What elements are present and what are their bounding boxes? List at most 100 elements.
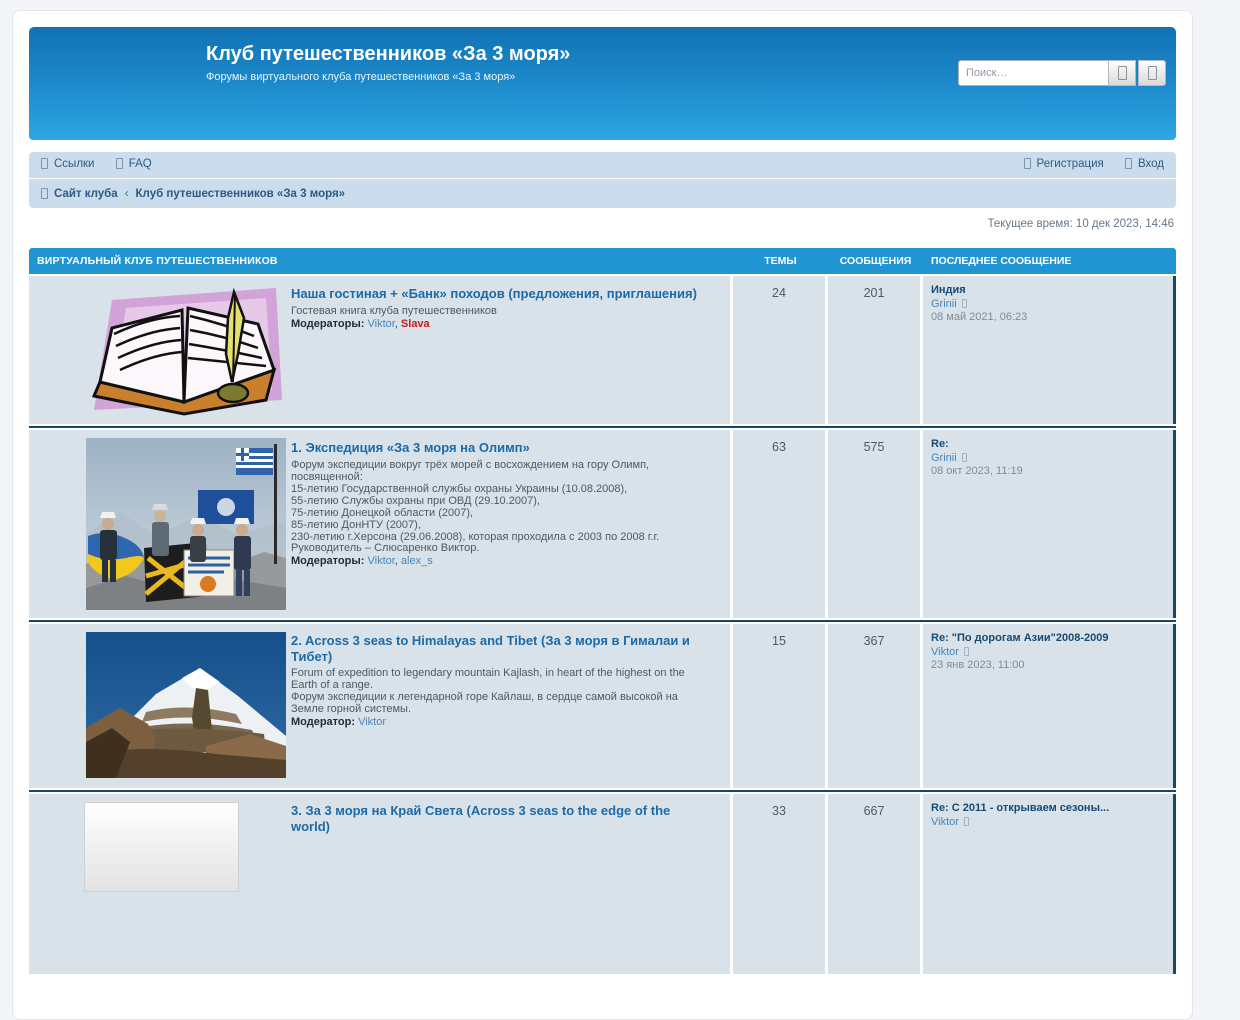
forum-row: 2. Across 3 seas to Himalayas and Tibet …	[29, 624, 1176, 788]
row-separator	[29, 788, 1176, 794]
last-post-cell: Re: "По дорогам Азии"2008-2009 Viktor 23…	[920, 624, 1173, 788]
site-titles: Клуб путешественников «За 3 моря» Форумы…	[206, 43, 570, 83]
forum-description-line: 55-летию Службы охраны при ОВД (29.10.20…	[291, 495, 712, 507]
posts-count: 575	[825, 430, 920, 618]
faq-icon	[116, 158, 123, 169]
last-post-author-link[interactable]: Grinii	[931, 452, 957, 464]
goto-last-post-icon[interactable]	[962, 453, 967, 462]
forum-description-line: Forum of expedition to legendary mountai…	[291, 667, 712, 691]
breadcrumb-separator: ‹	[125, 188, 129, 200]
last-post-author-link[interactable]: Viktor	[931, 646, 959, 658]
moderators-label: Модераторы:	[291, 318, 364, 330]
row-separator	[29, 618, 1176, 624]
forum-title-link[interactable]: 2. Across 3 seas to Himalayas and Tibet …	[291, 633, 712, 664]
last-post-cell: Индия Grinii 08 май 2021, 06:23	[920, 276, 1173, 424]
advanced-search-button[interactable]	[1138, 60, 1166, 86]
nav-faq-link[interactable]: FAQ	[116, 158, 152, 170]
forum-row: 3. За 3 моря на Край Света (Across 3 sea…	[29, 794, 1176, 974]
page-background: { "header": { "title": "Клуб путешествен…	[0, 10, 1240, 810]
nav-faq-label: FAQ	[129, 158, 152, 170]
forum-moderators: Модераторы: Viktor, alex_s	[291, 555, 712, 568]
last-post-date: 08 окт 2023, 11:19	[931, 465, 1167, 479]
moderators-label: Модератор:	[291, 716, 355, 728]
forum-moderators: Модератор: Viktor	[291, 716, 712, 729]
breadcrumb-site-label: Сайт клуба	[54, 188, 118, 200]
forum-title-link[interactable]: 1. Экспедиция «За 3 моря на Олимп»	[291, 440, 530, 456]
topics-count: 24	[730, 276, 825, 424]
forum-title-link[interactable]: 3. За 3 моря на Край Света (Across 3 sea…	[291, 803, 712, 834]
forum-moderators: Модераторы: Viktor, Slava	[291, 318, 712, 331]
forum-page-card: Клуб путешественников «За 3 моря» Форумы…	[12, 10, 1193, 1020]
forum-info: Наша гостиная + «Банк» походов (предложе…	[291, 284, 722, 416]
forum-thumbnail	[37, 802, 291, 966]
moderator-link[interactable]: Slava	[401, 318, 430, 330]
breadcrumb-site-link[interactable]: Сайт клуба	[41, 188, 118, 200]
forum-table-header: ВИРТУАЛЬНЫЙ КЛУБ ПУТЕШЕСТВЕННИКОВ ТЕМЫ С…	[29, 248, 1176, 274]
forum-title-link[interactable]: Наша гостиная + «Банк» походов (предложе…	[291, 286, 697, 302]
last-post-subject-link[interactable]: Индия	[931, 284, 1167, 297]
moderator-link[interactable]: Viktor	[367, 555, 394, 567]
forum-cell: Наша гостиная + «Банк» походов (предложе…	[29, 276, 730, 424]
forum-description: Форум экспедиции вокруг трёх морей с вос…	[291, 459, 712, 555]
site-title: Клуб путешественников «За 3 моря»	[206, 43, 570, 66]
posts-count: 367	[825, 624, 920, 788]
topics-count: 33	[730, 794, 825, 974]
last-post-cell: Re: Grinii 08 окт 2023, 11:19	[920, 430, 1173, 618]
nav-register-label: Регистрация	[1037, 158, 1104, 170]
forum-description-line: 75-летию Донецкой области (2007),	[291, 507, 712, 519]
last-post-subject-link[interactable]: Re: С 2011 - открываем сезоны...	[931, 802, 1167, 815]
forum-thumbnail	[37, 438, 291, 610]
forum-description-line: Форум экспедиции вокруг трёх морей с вос…	[291, 459, 712, 483]
forum-row: 1. Экспедиция «За 3 моря на Олимп» Форум…	[29, 430, 1176, 618]
links-icon	[41, 158, 48, 169]
column-header-category: ВИРТУАЛЬНЫЙ КЛУБ ПУТЕШЕСТВЕННИКОВ	[29, 255, 733, 267]
nav-login-link[interactable]: Вход	[1125, 158, 1164, 170]
forum-table: ВИРТУАЛЬНЫЙ КЛУБ ПУТЕШЕСТВЕННИКОВ ТЕМЫ С…	[29, 248, 1176, 974]
forum-cell: 3. За 3 моря на Край Света (Across 3 sea…	[29, 794, 730, 974]
goto-last-post-icon[interactable]	[964, 817, 969, 826]
posts-count: 201	[825, 276, 920, 424]
advanced-search-icon	[1148, 66, 1157, 80]
nav-links-label: Ссылки	[54, 158, 95, 170]
moderator-link[interactable]: alex_s	[401, 555, 433, 567]
moderator-link[interactable]: Viktor	[358, 716, 386, 728]
forum-description-line: 85-летию ДонНТУ (2007),	[291, 519, 712, 531]
last-post-author-link[interactable]: Grinii	[931, 298, 957, 310]
last-post-author-line: Grinii	[931, 298, 1167, 312]
forum-description-line: 15-летию Государственной службы охраны У…	[291, 483, 712, 495]
nav-login-label: Вход	[1138, 158, 1164, 170]
last-post-date: 23 янв 2023, 11:00	[931, 659, 1167, 673]
last-post-author-line: Viktor	[931, 646, 1167, 660]
navbar-left: Ссылки FAQ	[41, 158, 170, 173]
last-post-author-line: Viktor	[931, 816, 1167, 830]
breadcrumb-bar: Сайт клуба ‹ Клуб путешественников «За 3…	[29, 179, 1176, 208]
search-input[interactable]	[958, 60, 1108, 86]
search-icon	[1118, 66, 1127, 80]
forum-thumbnail	[37, 284, 291, 416]
goto-last-post-icon[interactable]	[962, 299, 967, 308]
posts-count: 667	[825, 794, 920, 974]
site-header: Клуб путешественников «За 3 моря» Форумы…	[29, 27, 1176, 140]
forum-info: 2. Across 3 seas to Himalayas and Tibet …	[291, 632, 722, 780]
nav-register-link[interactable]: Регистрация	[1024, 158, 1104, 170]
site-subtitle: Форумы виртуального клуба путешественник…	[206, 71, 570, 83]
last-post-subject-link[interactable]: Re:	[931, 438, 1167, 451]
forum-list: Наша гостиная + «Банк» походов (предложе…	[29, 274, 1176, 974]
forum-thumbnail	[37, 632, 291, 780]
nav-links-link[interactable]: Ссылки	[41, 158, 95, 170]
last-post-subject-link[interactable]: Re: "По дорогам Азии"2008-2009	[931, 632, 1167, 645]
breadcrumb-forum-link[interactable]: Клуб путешественников «За 3 моря»	[136, 188, 346, 200]
search-button[interactable]	[1108, 60, 1136, 86]
forum-description-line: 230-летию г.Херсона (29.06.2008), котора…	[291, 531, 712, 543]
forum-info: 1. Экспедиция «За 3 моря на Олимп» Форум…	[291, 438, 722, 610]
goto-last-post-icon[interactable]	[964, 647, 969, 656]
home-icon	[41, 188, 48, 199]
last-post-author-link[interactable]: Viktor	[931, 816, 959, 828]
login-icon	[1125, 158, 1132, 169]
moderator-link[interactable]: Viktor	[367, 318, 394, 330]
row-separator	[29, 424, 1176, 430]
forum-info: 3. За 3 моря на Край Света (Across 3 sea…	[291, 802, 722, 966]
topics-count: 15	[730, 624, 825, 788]
column-header-topics: ТЕМЫ	[733, 255, 828, 267]
forum-cell: 1. Экспедиция «За 3 моря на Олимп» Форум…	[29, 430, 730, 618]
